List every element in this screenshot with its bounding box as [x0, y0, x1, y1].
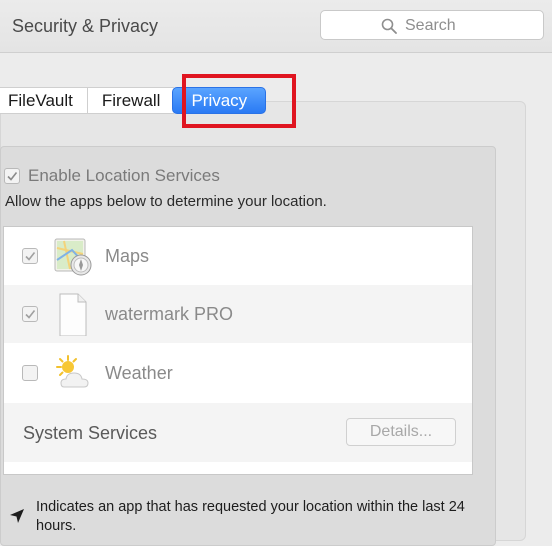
enable-location-label: Enable Location Services	[28, 166, 220, 185]
system-services-row: System Services Details...	[4, 403, 472, 462]
checkmark-icon	[25, 310, 36, 319]
search-icon	[381, 18, 397, 34]
enable-location-row: Enable Location Services	[4, 166, 220, 186]
tab-filevault[interactable]: FileVault	[0, 87, 87, 114]
app-list[interactable]: Maps watermark PRO Weather System Servic…	[3, 226, 473, 475]
highlight-box	[182, 74, 296, 128]
app-name: watermark PRO	[105, 304, 234, 324]
location-description: Allow the apps below to determine your l…	[5, 193, 327, 210]
details-button[interactable]: Details...	[346, 418, 456, 446]
maps-icon	[54, 238, 92, 276]
search-placeholder: Search	[405, 17, 456, 34]
weather-checkbox[interactable]	[22, 365, 38, 381]
title-bar: Security & Privacy Search	[0, 0, 552, 53]
watermark-pro-checkbox[interactable]	[22, 306, 38, 322]
tab-firewall[interactable]: Firewall	[86, 87, 175, 114]
list-item: Weather	[4, 344, 472, 402]
document-icon	[59, 293, 87, 336]
checkmark-icon	[25, 252, 36, 261]
location-footnote: Indicates an app that has requested your…	[36, 499, 465, 534]
list-item: watermark PRO	[4, 285, 472, 343]
app-name: Maps	[105, 246, 150, 266]
system-services-label: System Services	[23, 423, 158, 443]
maps-checkbox[interactable]	[22, 248, 38, 264]
location-arrow-icon	[10, 509, 24, 523]
enable-location-checkbox[interactable]	[4, 168, 20, 184]
list-item: Maps	[4, 227, 472, 285]
search-field[interactable]: Search	[320, 10, 544, 40]
app-name: Weather	[105, 363, 173, 383]
checkmark-icon	[7, 172, 18, 181]
window-title: Security & Privacy	[12, 16, 159, 36]
weather-icon	[56, 355, 89, 388]
